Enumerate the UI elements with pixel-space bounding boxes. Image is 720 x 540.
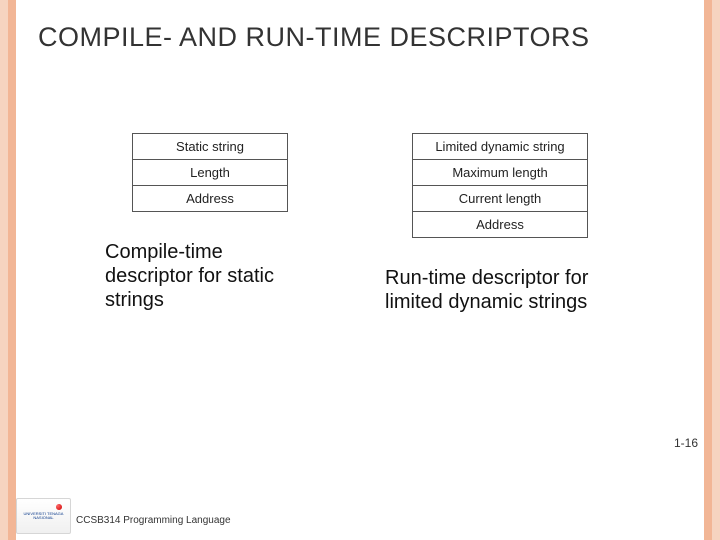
table-cell: Length: [133, 160, 288, 186]
decor-stripe-left-outer: [0, 0, 8, 540]
footer-course-code: CCSB314 Programming Language: [76, 515, 231, 526]
decor-stripe-left-inner: [8, 0, 16, 540]
university-logo: UNIVERSITI TENAGA NASIONAL: [16, 498, 71, 534]
logo-dot-icon: [56, 504, 62, 510]
left-descriptor-table: Static string Length Address: [132, 133, 288, 212]
slide-body: COMPILE- AND RUN-TIME DESCRIPTORS Static…: [16, 0, 704, 540]
logo-text: UNIVERSITI TENAGA NASIONAL: [17, 512, 70, 520]
right-descriptor-table: Limited dynamic string Maximum length Cu…: [412, 133, 588, 238]
decor-stripe-right-outer: [712, 0, 720, 540]
table-cell: Limited dynamic string: [413, 134, 588, 160]
table-cell: Current length: [413, 186, 588, 212]
decor-stripe-right-inner: [704, 0, 712, 540]
slide-number: 1-16: [674, 436, 698, 450]
left-column: Static string Length Address Compile-tim…: [105, 133, 315, 314]
table-cell: Static string: [133, 134, 288, 160]
left-caption: Compile-time descriptor for static strin…: [105, 240, 315, 312]
slide-title: COMPILE- AND RUN-TIME DESCRIPTORS: [16, 0, 704, 53]
table-cell: Address: [133, 186, 288, 212]
table-cell: Address: [413, 212, 588, 238]
right-caption: Run-time descriptor for limited dynamic …: [385, 266, 615, 314]
right-column: Limited dynamic string Maximum length Cu…: [385, 133, 615, 314]
content-row: Static string Length Address Compile-tim…: [16, 133, 704, 314]
table-cell: Maximum length: [413, 160, 588, 186]
